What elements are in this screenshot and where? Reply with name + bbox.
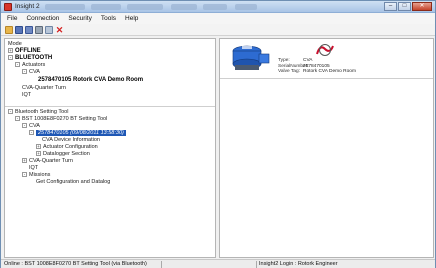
tree-missions[interactable]: - Missions	[22, 172, 50, 179]
rotork-logo	[316, 44, 334, 56]
collapse-icon[interactable]: -	[8, 55, 13, 60]
collapse-icon[interactable]: -	[22, 123, 27, 128]
tree-bluetooth[interactable]: - BLUETOOTH	[8, 55, 52, 62]
window-title: Insight 2	[15, 3, 40, 10]
collapse-icon[interactable]: -	[29, 130, 34, 135]
tree-cva-2[interactable]: - CVA	[22, 123, 40, 130]
menu-connection[interactable]: Connection	[26, 15, 59, 22]
tree-device[interactable]: 2578470105 Rotork CVA Demo Room	[38, 77, 143, 84]
menu-help[interactable]: Help	[125, 15, 138, 22]
status-separator	[256, 261, 257, 268]
tree-iqt-2[interactable]: IQT	[29, 165, 38, 172]
application-window: Insight 2 – □ ✕ File Connection Security…	[0, 0, 436, 268]
tree-actuator-config[interactable]: + Actuator Configuration	[36, 144, 98, 151]
expand-icon[interactable]: +	[22, 158, 27, 163]
title-blur	[45, 4, 85, 10]
print-icon[interactable]	[35, 25, 43, 34]
title-blur	[203, 4, 227, 10]
tree-offline[interactable]: + OFFLINE	[8, 48, 41, 55]
tree-device-selected[interactable]: -2578470105 (09/08/2011 13:58:30)	[29, 130, 126, 137]
menu-security[interactable]: Security	[68, 15, 91, 22]
expand-icon[interactable]: +	[8, 48, 13, 53]
tree-cva[interactable]: - CVA	[22, 69, 40, 76]
minimize-button[interactable]: –	[384, 2, 397, 11]
collapse-icon[interactable]: -	[8, 109, 13, 114]
details-pane: Type: CVA SerialNumber: 2578470105 Valve T…	[219, 38, 434, 258]
connect-icon[interactable]	[45, 25, 53, 34]
title-bar[interactable]: Insight 2 – □ ✕	[1, 1, 435, 13]
tree-bst[interactable]: - BST 1008E8F0270 BT Setting Tool	[15, 116, 107, 123]
status-login: Insight2 Login : Rotork Engineer	[259, 261, 338, 267]
collapse-icon[interactable]: -	[22, 69, 27, 74]
menu-tools[interactable]: Tools	[101, 15, 116, 22]
tree-datalogger[interactable]: + Datalogger Section	[36, 151, 90, 158]
title-blur	[127, 4, 163, 10]
collapse-icon[interactable]: -	[22, 172, 27, 177]
tree-cva-device-info[interactable]: CVA Device Information	[42, 137, 100, 144]
tree-bt-setting-tool[interactable]: - Bluetooth Setting Tool	[8, 109, 68, 116]
tree-iqt[interactable]: IQT	[22, 92, 31, 99]
save-icon[interactable]	[15, 25, 23, 34]
tree-actuators[interactable]: - Actuators	[15, 62, 45, 69]
title-blur	[91, 4, 121, 10]
valve-tag-label: Valve Tag:	[278, 69, 300, 75]
close-button[interactable]: ✕	[412, 2, 432, 11]
tree-get-config[interactable]: Get Configuration and Datalog	[36, 179, 110, 186]
tree-pane[interactable]: Mode + OFFLINE - BLUETOOTH - Actuators - CVA…	[4, 38, 216, 258]
maximize-button[interactable]: □	[398, 2, 411, 11]
delete-icon[interactable]: ✕	[55, 25, 64, 34]
status-bar: Online : BST 1008E8F0270 BT Setting Tool…	[1, 259, 435, 268]
title-blur	[171, 4, 197, 10]
menu-file[interactable]: File	[7, 15, 17, 22]
app-icon	[4, 3, 12, 11]
tree-cva-quarter-turn[interactable]: CVA-Quarter Turn	[22, 85, 66, 92]
collapse-icon[interactable]: -	[15, 62, 20, 67]
divider	[5, 106, 215, 107]
title-blur	[235, 4, 257, 10]
status-separator	[161, 261, 162, 268]
menu-bar: File Connection Security Tools Help	[1, 13, 435, 24]
collapse-icon[interactable]: -	[15, 116, 20, 121]
toolbar: ✕	[1, 24, 435, 36]
tree-mode: Mode	[8, 41, 22, 47]
actuator-image	[232, 45, 270, 70]
expand-icon[interactable]: +	[36, 144, 41, 149]
valve-tag-value: Rotork CVA Demo Room	[303, 69, 356, 75]
device-info: Type: CVA SerialNumber: 2578470105 Valve T…	[278, 58, 356, 75]
divider	[220, 78, 433, 79]
status-connection: Online : BST 1008E8F0270 BT Setting Tool…	[4, 261, 147, 267]
save-as-icon[interactable]	[25, 25, 33, 34]
tree-cva-quarter-turn-2[interactable]: + CVA-Quarter Turn	[22, 158, 73, 165]
folder-icon[interactable]	[5, 25, 13, 34]
expand-icon[interactable]: +	[36, 151, 41, 156]
